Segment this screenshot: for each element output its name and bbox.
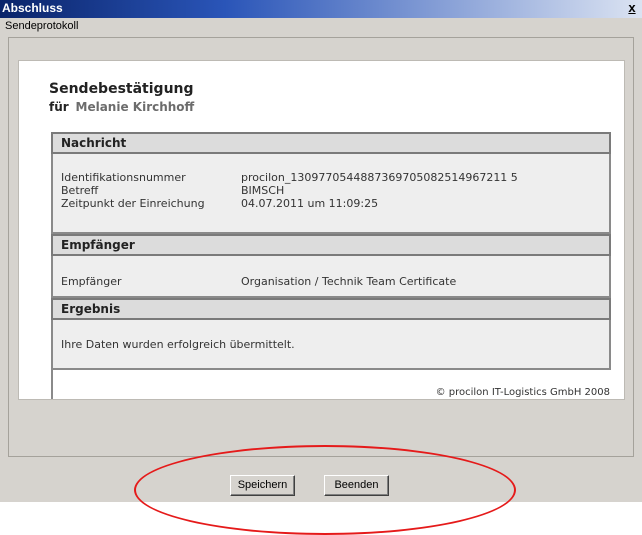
close-icon[interactable]: x [626, 1, 638, 15]
copyright-text: © procilon IT-Logistics GmbH 2008 [435, 387, 610, 398]
confirmation-document: Sendebestätigung für Melanie Kirchhoff N… [18, 60, 625, 400]
document-recipient: für Melanie Kirchhoff [49, 100, 194, 114]
document-title: Sendebestätigung [49, 81, 194, 97]
label-zeitpunkt: Zeitpunkt der Einreichung [61, 197, 205, 210]
value-betreff: BIMSCH [241, 184, 285, 197]
recipient-prefix: für [49, 100, 69, 114]
value-zeitpunkt: 04.07.2011 um 11:09:25 [241, 197, 379, 210]
section-body-nachricht: Identifikationsnummer procilon_130977054… [51, 154, 611, 234]
recipient-name: Melanie Kirchhoff [75, 100, 195, 114]
result-message: Ihre Daten wurden erfolgreich übermittel… [61, 338, 295, 351]
save-button[interactable]: Speichern [230, 475, 295, 496]
section-heading-empfaenger: Empfänger [51, 234, 611, 256]
section-divider [51, 369, 53, 399]
label-empfaenger: Empfänger [61, 275, 122, 288]
label-betreff: Betreff [61, 184, 99, 197]
section-body-empfaenger: Empfänger Organisation / Technik Team Ce… [51, 256, 611, 298]
section-heading-ergebnis: Ergebnis [51, 298, 611, 320]
exit-button[interactable]: Beenden [324, 475, 389, 496]
title-bar: Abschluss x [0, 0, 642, 18]
value-empfaenger: Organisation / Technik Team Certificate [241, 275, 457, 288]
section-body-ergebnis: Ihre Daten wurden erfolgreich übermittel… [51, 320, 611, 370]
group-label: Sendeprotokoll [3, 20, 81, 32]
dialog-window: Abschluss x Sendeprotokoll Sendebestätig… [0, 0, 642, 535]
window-title: Abschluss [2, 1, 63, 15]
section-heading-nachricht: Nachricht [51, 132, 611, 154]
label-identifikationsnummer: Identifikationsnummer [61, 171, 186, 184]
value-identifikationsnummer: procilon_1309770544887369705082514967211… [241, 171, 518, 184]
